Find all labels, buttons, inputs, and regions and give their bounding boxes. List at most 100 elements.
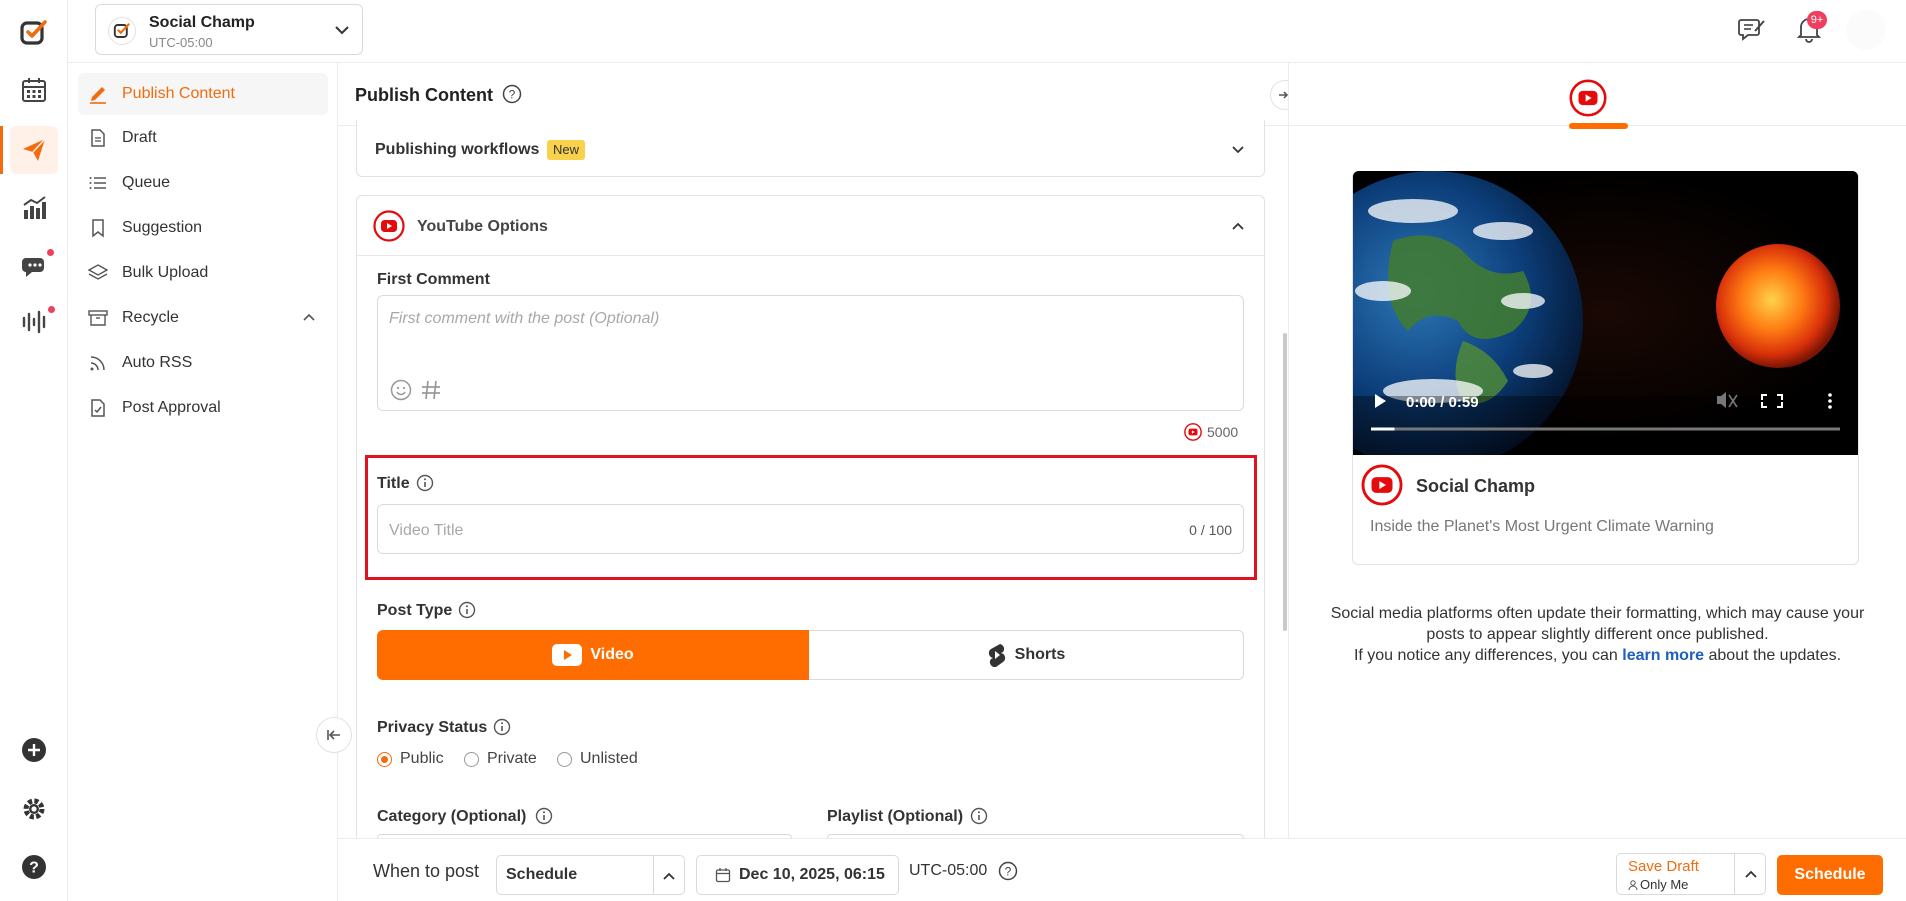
sidebar-item-draft[interactable]: Draft bbox=[78, 117, 328, 159]
archive-box-icon bbox=[86, 306, 110, 330]
post-type-video-button[interactable]: Video bbox=[377, 630, 809, 680]
privacy-status-label: Privacy Status bbox=[377, 719, 488, 736]
video-play-icon bbox=[552, 644, 583, 666]
help-circle-icon[interactable]: ? bbox=[502, 84, 522, 104]
sidebar-item-queue[interactable]: Queue bbox=[78, 162, 328, 204]
post-type-shorts-button[interactable]: Shorts bbox=[809, 630, 1244, 680]
info-icon[interactable] bbox=[970, 807, 988, 825]
bottom-action-bar: When to post Schedule Dec 10, 2025, 06:1… bbox=[338, 838, 1906, 901]
radio-unselected bbox=[464, 751, 479, 767]
notice-line-1: Social media platforms often update thei… bbox=[1330, 605, 1865, 622]
notice-line-3: If you notice any differences, you can l… bbox=[1289, 645, 1906, 666]
account-timezone: UTC-05:00 bbox=[149, 35, 213, 50]
sidebar-item-label: Post Approval bbox=[122, 399, 221, 416]
info-icon[interactable] bbox=[458, 601, 476, 619]
svg-text:?: ? bbox=[509, 88, 516, 102]
info-icon[interactable] bbox=[535, 807, 553, 825]
help-circle-icon[interactable]: ? bbox=[10, 843, 58, 891]
formatting-notice: Social media platforms often update thei… bbox=[1289, 603, 1906, 666]
privacy-private-label: Private bbox=[487, 750, 537, 767]
privacy-private-radio[interactable]: Private bbox=[464, 750, 537, 768]
document-check-icon bbox=[86, 396, 110, 420]
sidebar-item-bulk-upload[interactable]: Bulk Upload bbox=[78, 252, 328, 294]
privacy-unlisted-label: Unlisted bbox=[580, 750, 638, 767]
add-circle-icon[interactable] bbox=[10, 726, 58, 774]
sidebar-item-suggestion[interactable]: Suggestion bbox=[78, 207, 328, 249]
chevron-down-icon bbox=[335, 26, 349, 35]
notification-badge: 9+ bbox=[1807, 11, 1827, 29]
sidebar-item-label: Draft bbox=[122, 129, 157, 146]
save-draft-button[interactable]: Save Draft Only Me bbox=[1616, 853, 1766, 895]
compose-note-icon[interactable] bbox=[1738, 15, 1766, 48]
account-selector[interactable]: Social Champ UTC-05:00 bbox=[95, 4, 363, 55]
collapse-left-icon bbox=[327, 730, 340, 740]
chevron-up-icon bbox=[303, 313, 315, 321]
character-limit: 5000 bbox=[1207, 424, 1239, 440]
select-divider bbox=[653, 856, 654, 894]
first-comment-label: First Comment bbox=[377, 271, 490, 288]
sidebar-item-auto-rss[interactable]: Auto RSS bbox=[78, 342, 328, 384]
analytics-icon[interactable] bbox=[10, 184, 58, 232]
publish-send-icon[interactable] bbox=[10, 126, 58, 174]
publish-sidebar: Publish Content Draft Queue Suggestion B… bbox=[68, 63, 338, 901]
video-time: 0:00 / 0:59 bbox=[1406, 394, 1479, 411]
chevron-up-icon bbox=[1232, 222, 1244, 230]
first-comment-placeholder: First comment with the post (Optional) bbox=[389, 310, 660, 327]
main-scrollbar-thumb[interactable] bbox=[1283, 333, 1287, 631]
help-circle-icon[interactable]: ? bbox=[998, 861, 1018, 881]
sidebar-item-recycle[interactable]: Recycle bbox=[78, 297, 328, 339]
visibility-label: Only Me bbox=[1640, 877, 1689, 892]
video-player[interactable]: 0:00 / 0:59 bbox=[1353, 171, 1858, 455]
svg-text:?: ? bbox=[1005, 865, 1012, 879]
post-mode-select[interactable]: Schedule bbox=[496, 855, 685, 895]
sidebar-item-label: Bulk Upload bbox=[122, 264, 209, 281]
notice-line-3-end: about the updates. bbox=[1704, 647, 1842, 664]
privacy-public-radio[interactable]: Public bbox=[377, 750, 444, 768]
engage-chat-icon[interactable] bbox=[10, 242, 58, 290]
collapse-sidebar-button[interactable] bbox=[316, 717, 352, 753]
calendar-icon[interactable] bbox=[10, 66, 58, 114]
layers-icon bbox=[86, 261, 110, 285]
youtube-icon bbox=[1569, 79, 1607, 117]
top-header: Social Champ UTC-05:00 9+ bbox=[68, 0, 1906, 63]
preview-tab-youtube[interactable] bbox=[1569, 79, 1607, 122]
privacy-unlisted-radio[interactable]: Unlisted bbox=[557, 750, 638, 768]
privacy-public-label: Public bbox=[400, 750, 444, 767]
info-icon[interactable] bbox=[416, 474, 434, 492]
video-title-input[interactable]: Video Title 0 / 100 bbox=[377, 504, 1244, 554]
emoji-smile-icon[interactable] bbox=[390, 379, 412, 401]
youtube-channel-avatar-icon bbox=[1361, 464, 1403, 506]
date-time-picker[interactable]: Dec 10, 2025, 06:15 bbox=[696, 855, 899, 895]
sidebar-item-label: Auto RSS bbox=[122, 354, 193, 371]
first-comment-field[interactable]: First comment with the post (Optional) bbox=[377, 295, 1244, 411]
sidebar-item-post-approval[interactable]: Post Approval bbox=[78, 387, 328, 429]
publishing-workflows-panel[interactable]: Publishing workflows New bbox=[356, 120, 1265, 177]
notice-line-3-start: If you notice any differences, you can bbox=[1353, 647, 1623, 664]
video-title-placeholder: Video Title bbox=[389, 522, 464, 539]
youtube-options-label: YouTube Options bbox=[417, 218, 548, 235]
social-champ-logo-icon[interactable] bbox=[10, 9, 58, 57]
learn-more-link[interactable]: learn more bbox=[1622, 647, 1704, 664]
account-avatar bbox=[108, 17, 136, 45]
workflows-label: Publishing workflows bbox=[375, 141, 540, 158]
info-icon[interactable] bbox=[493, 718, 511, 736]
hashtag-icon[interactable] bbox=[420, 379, 442, 401]
listening-wave-icon[interactable] bbox=[10, 298, 58, 346]
playlist-label: Playlist (Optional) bbox=[827, 808, 964, 825]
sidebar-item-publish-content[interactable]: Publish Content bbox=[78, 73, 328, 115]
bottom-timezone: UTC-05:00 bbox=[909, 862, 988, 879]
account-name: Social Champ bbox=[149, 14, 255, 31]
schedule-button[interactable]: Schedule bbox=[1777, 855, 1883, 895]
youtube-icon bbox=[1184, 423, 1202, 441]
settings-gear-icon[interactable] bbox=[10, 785, 58, 833]
shorts-icon bbox=[988, 644, 1005, 667]
chevron-up-icon[interactable] bbox=[1743, 866, 1759, 882]
post-type-label: Post Type bbox=[377, 602, 453, 619]
user-avatar[interactable] bbox=[1846, 10, 1886, 50]
save-draft-label: Save Draft bbox=[1628, 858, 1699, 875]
list-icon bbox=[86, 171, 110, 195]
button-divider bbox=[1734, 854, 1735, 894]
youtube-options-header[interactable]: YouTube Options bbox=[357, 196, 1264, 256]
sidebar-item-label: Suggestion bbox=[122, 219, 203, 236]
chevron-down-icon bbox=[1232, 146, 1244, 154]
